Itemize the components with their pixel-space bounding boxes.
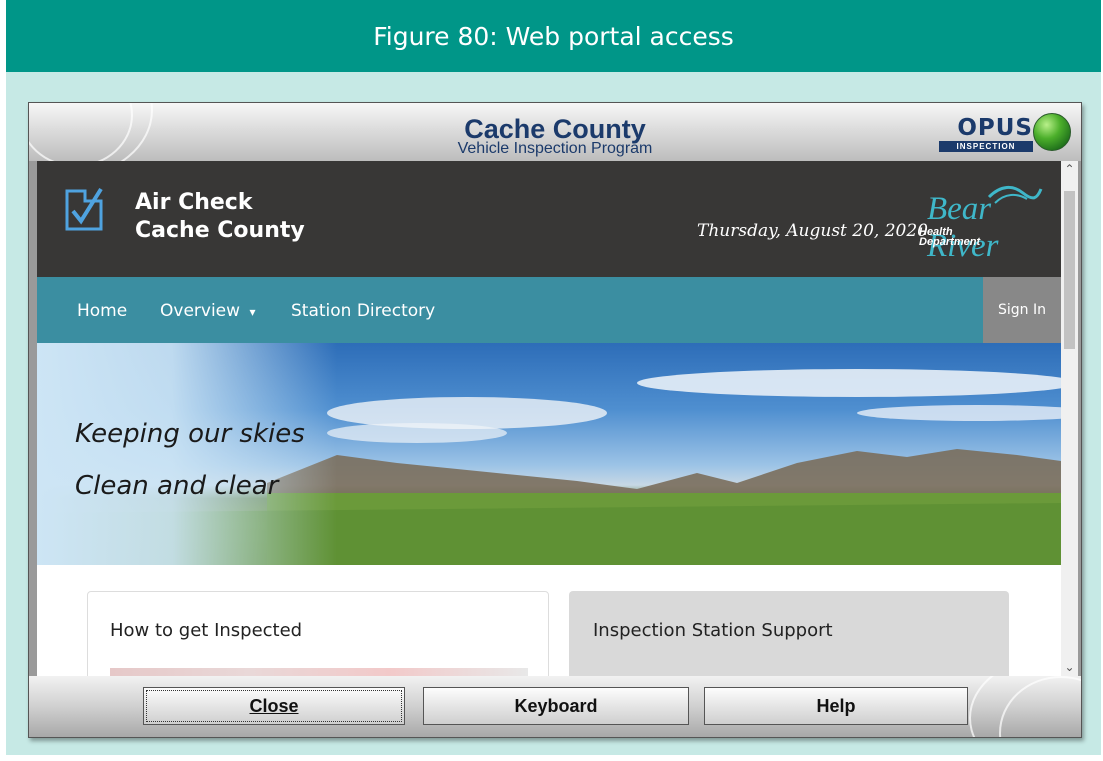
scrollbar-thumb[interactable]	[1064, 191, 1075, 349]
inspection-station-support-card[interactable]: Inspection Station Support	[569, 591, 1009, 676]
nav-item-overview[interactable]: Overview ▾	[160, 301, 255, 321]
nav-bar: Home Overview ▾ Station Directory Sign I…	[37, 277, 1061, 343]
site-title: Air Check Cache County	[135, 189, 305, 245]
opus-logo-text: OPUS	[957, 115, 1033, 141]
card-image	[110, 668, 528, 676]
card-title: How to get Inspected	[110, 620, 303, 641]
close-button[interactable]: Close	[143, 687, 405, 725]
hero-fade	[37, 343, 337, 565]
scroll-down-icon[interactable]: ⌄	[1061, 659, 1078, 676]
nav-item-overview-label: Overview	[160, 301, 241, 321]
scroll-up-icon[interactable]: ⌃	[1061, 161, 1078, 178]
web-content: Air Check Cache County Thursday, August …	[37, 161, 1061, 676]
bear-river-sub2: Department	[919, 236, 981, 248]
card-title: Inspection Station Support	[593, 620, 833, 641]
sign-in-button[interactable]: Sign In	[983, 277, 1061, 343]
site-title-line2: Cache County	[135, 218, 305, 243]
lower-section: How to get Inspected Inspection Station …	[37, 565, 1061, 676]
hero-banner: Keeping our skies Clean and clear	[37, 343, 1061, 565]
opus-logo-subtext: INSPECTION	[939, 141, 1033, 152]
kiosk-window: Cache County Vehicle Inspection Program …	[28, 102, 1082, 738]
help-button[interactable]: Help	[704, 687, 968, 725]
figure-caption: Figure 80: Web portal access	[6, 0, 1101, 72]
bear-river-logo-subtext: Health Department	[919, 227, 981, 248]
utah-check-icon	[65, 187, 103, 231]
wave-icon	[987, 186, 1043, 204]
window-subtitle: Vehicle Inspection Program	[457, 140, 653, 157]
hero-line2: Clean and clear	[75, 471, 279, 501]
how-to-get-inspected-card[interactable]: How to get Inspected	[87, 591, 549, 676]
close-button-label: Close	[249, 695, 299, 716]
site-title-line1: Air Check	[135, 190, 253, 215]
hero-line1: Keeping our skies	[75, 419, 305, 449]
caret-down-icon: ▾	[249, 305, 256, 319]
bear-river-logo: Bear River Health Department	[917, 183, 1047, 264]
window-titlebar: Cache County Vehicle Inspection Program …	[29, 103, 1081, 161]
nav-item-station-directory[interactable]: Station Directory	[291, 301, 435, 321]
globe-icon	[1033, 113, 1071, 151]
vertical-scrollbar[interactable]: ⌃ ⌄	[1061, 161, 1078, 676]
nav-item-home[interactable]: Home	[77, 301, 127, 321]
opus-logo: OPUS INSPECTION	[931, 111, 1071, 155]
button-bar: Close Keyboard Help	[29, 676, 1081, 737]
site-header: Air Check Cache County Thursday, August …	[37, 161, 1061, 277]
site-date: Thursday, August 20, 2020	[697, 221, 928, 241]
keyboard-button[interactable]: Keyboard	[423, 687, 689, 725]
